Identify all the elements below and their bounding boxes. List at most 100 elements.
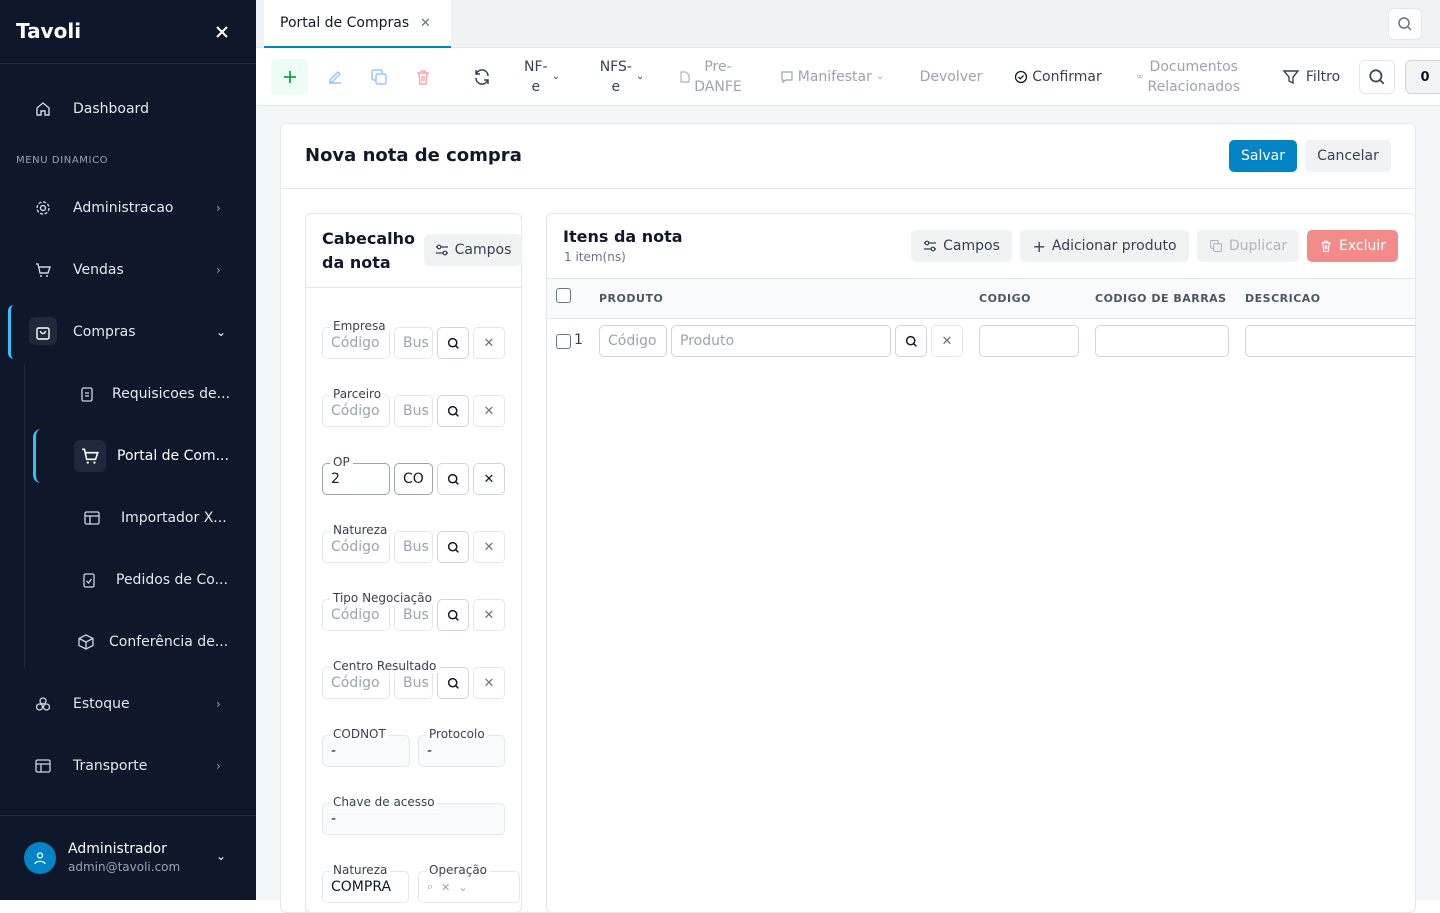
add-product-label: Adicionar produto	[1051, 238, 1177, 254]
field-centro-resultado: Centro Resultado Código Bus ✕	[322, 659, 506, 707]
gear-icon	[34, 199, 52, 217]
search-icon	[447, 405, 459, 417]
trash-icon	[1321, 240, 1331, 253]
new-button[interactable]	[271, 59, 308, 95]
field-label: Parceiro	[330, 387, 385, 401]
row-product-search-button[interactable]	[895, 325, 927, 357]
tab-portal-compras[interactable]: Portal de Compras ✕	[264, 0, 451, 48]
home-icon	[34, 100, 52, 118]
delete-items-button[interactable]: Excluir	[1307, 230, 1398, 262]
sidebar-subitem-requisicoes[interactable]: Requisicoes de...	[78, 374, 248, 414]
sidebar-item-administracao[interactable]: Administracao ›	[24, 186, 240, 230]
devolver-button[interactable]: Devolver	[916, 59, 986, 95]
global-search-button[interactable]	[1388, 8, 1422, 40]
clear-icon[interactable]: ✕	[441, 881, 450, 894]
sidebar-subitem-portal-compras[interactable]: Portal de Com...	[80, 436, 250, 476]
column-header-codigo[interactable]: CODIGO	[979, 292, 1031, 305]
nfe-dropdown[interactable]: NF- e ⌄	[518, 59, 566, 95]
natureza-search-button[interactable]	[437, 531, 469, 563]
sidebar-subitem-pedidos[interactable]: Pedidos de Co...	[80, 560, 250, 600]
add-product-button[interactable]: + Adicionar produto	[1020, 230, 1189, 262]
parceiro-search-input[interactable]: Bus	[394, 395, 433, 427]
cancel-button[interactable]: Cancelar	[1305, 140, 1391, 172]
natureza-search-input[interactable]: Bus	[394, 531, 433, 563]
op-desc-input[interactable]: CO	[394, 463, 433, 495]
tipo-negociacao-search-button[interactable]	[437, 599, 469, 631]
toolbar-search-button[interactable]	[1359, 60, 1395, 94]
column-header-produto[interactable]: PRODUTO	[599, 292, 663, 305]
filtro-label: Filtro	[1305, 69, 1341, 85]
column-header-descricao[interactable]: DESCRICAO	[1245, 292, 1321, 305]
edit-button[interactable]	[322, 59, 348, 95]
shopping-bag-icon	[34, 323, 52, 341]
row-product-code-input[interactable]: Código	[599, 325, 667, 357]
sidebar-subitem-importador[interactable]: Importador X...	[83, 498, 253, 538]
selection-count-badge[interactable]: 0	[1405, 60, 1440, 94]
row-product-clear-button[interactable]: ✕	[931, 325, 963, 357]
header-campos-button[interactable]: Campos	[424, 234, 522, 266]
field-codnot: CODNOT -	[322, 727, 410, 775]
column-header-codigo-barras[interactable]: CODIGO DE BARRAS	[1095, 292, 1227, 305]
field-label: Natureza	[330, 863, 391, 877]
predanfe-label: Pre- DANFE	[694, 59, 742, 95]
centro-resultado-search-button[interactable]	[437, 667, 469, 699]
close-icon: ✕	[483, 675, 495, 691]
row-checkbox[interactable]	[556, 334, 571, 349]
sidebar-item-vendas[interactable]: Vendas ›	[24, 248, 240, 292]
items-campos-button[interactable]: Campos	[911, 230, 1012, 262]
nfse-dropdown[interactable]: NFS- e ⌄	[594, 59, 650, 95]
delete-button[interactable]	[410, 59, 436, 95]
items-count: 1 item(ns)	[564, 250, 626, 264]
chevron-down-icon: ⌄	[875, 71, 885, 82]
predanfe-button[interactable]: Pre- DANFE	[676, 59, 746, 95]
sidebar-item-label: Estoque	[73, 696, 130, 712]
tipo-negociacao-clear-button[interactable]: ✕	[473, 599, 505, 631]
card-divider	[281, 188, 1415, 189]
avatar[interactable]	[24, 842, 56, 874]
refresh-button[interactable]	[469, 59, 495, 95]
save-button[interactable]: Salvar	[1229, 140, 1297, 172]
sidebar-item-transporte[interactable]: Transporte ›	[24, 744, 240, 788]
close-tab-icon[interactable]: ✕	[420, 16, 431, 31]
user-email: admin@tavoli.com	[68, 860, 181, 874]
manifestar-dropdown[interactable]: Manifestar ⌄	[776, 59, 888, 95]
user-menu-chevron-icon[interactable]: ⌄	[216, 849, 226, 863]
documentos-relacionados-button[interactable]: ∞ Documentos Relacionados	[1132, 59, 1244, 95]
sidebar-item-dashboard[interactable]: Dashboard	[24, 87, 240, 131]
menu-section-header: MENU DINAMICO	[16, 155, 109, 166]
sliders-icon	[435, 244, 448, 256]
natureza-clear-button[interactable]: ✕	[473, 531, 505, 563]
items-panel-title: Itens da nota	[563, 227, 683, 246]
row-descricao-input[interactable]	[1245, 325, 1415, 357]
confirmar-button[interactable]: Confirmar	[1012, 59, 1104, 95]
delete-label: Excluir	[1339, 238, 1386, 254]
sidebar-item-compras[interactable]: Compras ⌄	[24, 310, 240, 354]
centro-resultado-clear-button[interactable]: ✕	[473, 667, 505, 699]
brand-logo: Tavoli	[16, 19, 82, 43]
trash-icon	[417, 70, 429, 85]
row-product-input[interactable]: Produto	[671, 325, 891, 357]
empresa-clear-button[interactable]: ✕	[473, 327, 505, 359]
sidebar-item-estoque[interactable]: Estoque ›	[24, 682, 240, 726]
select-all-checkbox[interactable]	[556, 288, 571, 303]
op-clear-button[interactable]: ✕	[473, 463, 505, 495]
sidebar-subitem-label: Requisicoes de...	[112, 386, 231, 402]
page-title: Nova nota de compra	[305, 145, 522, 166]
sidebar-subitem-conferencia[interactable]: Conferência de...	[77, 622, 247, 662]
cart-icon	[82, 448, 99, 464]
row-codigo-barras-input[interactable]	[1095, 325, 1229, 357]
empresa-search-input[interactable]: Bus	[394, 327, 433, 359]
parceiro-search-button[interactable]	[437, 395, 469, 427]
filtro-button[interactable]: Filtro	[1278, 59, 1344, 95]
clipboard-icon	[81, 387, 93, 402]
parceiro-clear-button[interactable]: ✕	[473, 395, 505, 427]
documentos-label: Documentos Relacionados	[1147, 59, 1241, 95]
field-tipo-negociacao: Tipo Negociação Código Bus ✕	[322, 591, 506, 639]
duplicate-button[interactable]: Duplicar	[1197, 230, 1299, 262]
row-codigo-input[interactable]	[979, 325, 1079, 357]
close-sidebar-button[interactable]	[212, 22, 232, 42]
op-search-button[interactable]	[437, 463, 469, 495]
copy-button[interactable]	[366, 59, 392, 95]
copy-icon	[1209, 240, 1222, 252]
empresa-search-button[interactable]	[437, 327, 469, 359]
